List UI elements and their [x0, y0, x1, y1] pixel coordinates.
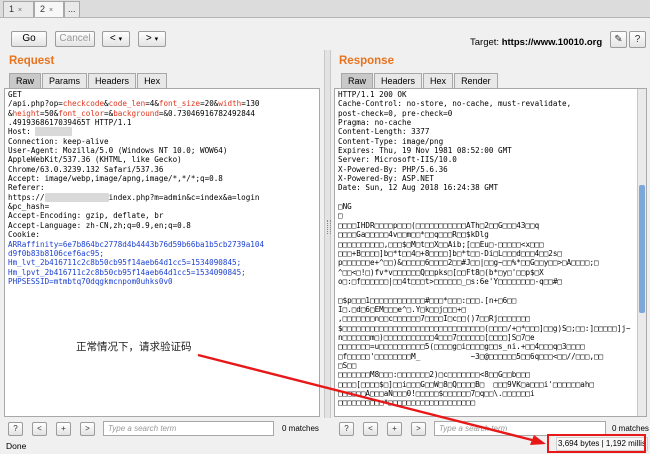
- annotation-highlight-box: [547, 434, 646, 453]
- annotation-arrow-icon: [197, 353, 546, 445]
